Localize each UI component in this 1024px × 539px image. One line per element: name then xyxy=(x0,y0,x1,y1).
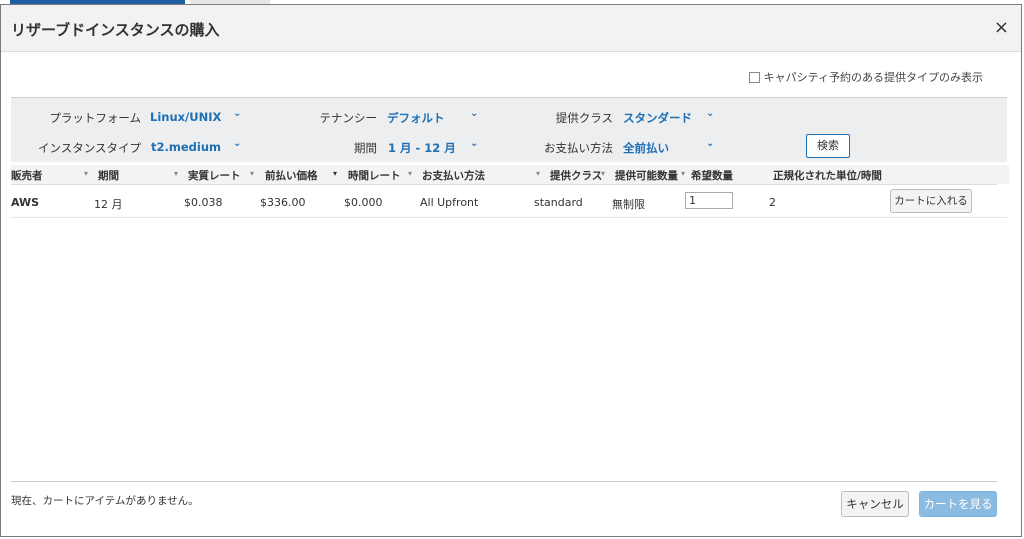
platform-chevron-down-icon[interactable]: ⌄ xyxy=(233,108,241,119)
sort-caret-icon[interactable]: ▾ xyxy=(174,169,178,178)
term-chevron-down-icon[interactable]: ⌄ xyxy=(470,138,478,149)
view-cart-button[interactable]: カートを見る xyxy=(919,491,997,517)
cell-term: 12 月 xyxy=(94,198,123,211)
dialog-title: リザーブドインスタンスの購入 xyxy=(11,21,220,39)
payment-label: お支払い方法 xyxy=(544,141,613,155)
sort-caret-icon[interactable]: ▾ xyxy=(84,169,88,178)
cell-seller: AWS xyxy=(11,196,40,209)
instance-type-chevron-down-icon[interactable]: ⌄ xyxy=(233,138,241,149)
cell-upfront-price: $336.00 xyxy=(260,196,306,209)
offering-class-label: 提供クラス xyxy=(555,111,613,125)
cell-available: 無制限 xyxy=(612,198,645,211)
cart-status-text: 現在、カートにアイテムがありません。 xyxy=(11,495,199,507)
footer-divider xyxy=(11,481,997,482)
offering-class-select[interactable]: スタンダード xyxy=(623,110,692,126)
search-button[interactable]: 検索 xyxy=(806,134,850,158)
table-header-scroll-gutter xyxy=(997,165,1009,184)
tenancy-select[interactable]: デフォルト xyxy=(387,110,445,126)
column-header-available[interactable]: 提供可能数量 xyxy=(615,168,678,183)
tenancy-chevron-down-icon[interactable]: ⌄ xyxy=(470,108,478,119)
column-header-hourly-rate[interactable]: 時間レート xyxy=(348,168,401,183)
platform-label: プラットフォーム xyxy=(49,111,141,125)
column-header-upfront-price[interactable]: 前払い価格 xyxy=(265,168,318,183)
dialog-header: リザーブドインスタンスの購入 × xyxy=(1,5,1021,52)
capacity-reservation-filter[interactable]: キャパシティ予約のある提供タイプのみ表示 xyxy=(748,69,983,85)
purchase-ri-dialog: リザーブドインスタンスの購入 × キャパシティ予約のある提供タイプのみ表示 プラ… xyxy=(0,4,1022,537)
column-header-normalized-units: 正規化された単位/時間 xyxy=(773,170,882,182)
sort-caret-icon[interactable]: ▾ xyxy=(536,169,540,178)
column-header-payment-option[interactable]: お支払い方法 xyxy=(422,168,485,183)
payment-select[interactable]: 全前払い xyxy=(623,140,669,156)
capacity-reservation-label: キャパシティ予約のある提供タイプのみ表示 xyxy=(763,71,983,84)
payment-chevron-down-icon[interactable]: ⌄ xyxy=(706,138,714,149)
column-header-effective-rate[interactable]: 実質レート xyxy=(188,168,241,183)
term-select[interactable]: 1 月 - 12 月 xyxy=(388,140,456,156)
table-row: AWS 12 月 $0.038 $336.00 $0.000 All Upfro… xyxy=(11,187,1007,218)
sort-caret-active-icon[interactable]: ▾ xyxy=(333,169,337,178)
column-header-term[interactable]: 期間 xyxy=(98,168,119,183)
sort-caret-icon[interactable]: ▾ xyxy=(681,169,685,178)
tenancy-label: テナンシー xyxy=(319,111,378,125)
instance-type-select[interactable]: t2.medium xyxy=(151,140,221,154)
offerings-table-header: 販売者 ▾ 期間 ▾ 実質レート ▾ 前払い価格 ▾ 時間レート ▾ お支払い方… xyxy=(11,165,997,185)
cell-hourly-rate: $0.000 xyxy=(344,196,383,209)
cell-effective-rate: $0.038 xyxy=(184,196,223,209)
sort-caret-icon[interactable]: ▾ xyxy=(408,169,412,178)
platform-select[interactable]: Linux/UNIX xyxy=(150,110,221,124)
cell-offering-class: standard xyxy=(534,196,583,209)
cell-normalized-units: 2 xyxy=(769,196,776,209)
offering-class-chevron-down-icon[interactable]: ⌄ xyxy=(706,108,714,119)
column-header-desired-qty: 希望数量 xyxy=(691,170,733,182)
sort-caret-icon[interactable]: ▾ xyxy=(601,169,605,178)
close-icon[interactable]: × xyxy=(994,17,1009,38)
sort-caret-icon[interactable]: ▾ xyxy=(250,169,254,178)
column-header-offering-class[interactable]: 提供クラス xyxy=(550,168,602,183)
capacity-reservation-checkbox[interactable] xyxy=(748,71,760,83)
term-label: 期間 xyxy=(354,141,377,155)
filter-panel: プラットフォーム Linux/UNIX ⌄ テナンシー デフォルト ⌄ 提供クラ… xyxy=(11,97,1007,162)
column-header-seller[interactable]: 販売者 xyxy=(11,168,43,183)
add-to-cart-button[interactable]: カートに入れる xyxy=(890,189,972,213)
desired-quantity-input[interactable]: 1 xyxy=(685,192,733,209)
instance-type-label: インスタンスタイプ xyxy=(37,141,141,155)
cancel-button[interactable]: キャンセル xyxy=(841,491,909,517)
cell-payment-option: All Upfront xyxy=(420,196,479,209)
